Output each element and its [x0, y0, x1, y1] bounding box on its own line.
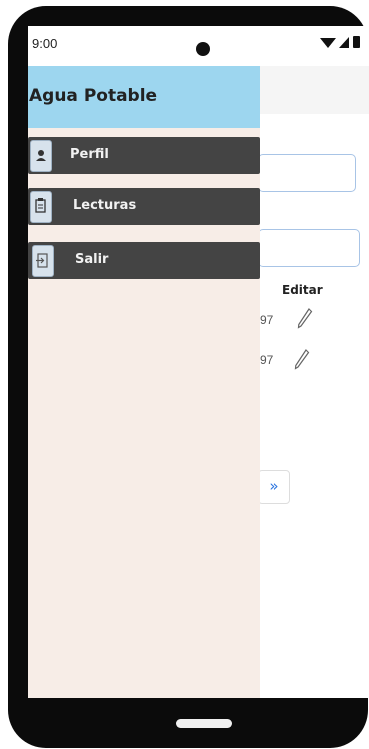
status-bar: 9:00: [28, 26, 369, 66]
menu-item-label: Lecturas: [73, 198, 137, 213]
input-field[interactable]: [258, 229, 360, 267]
battery-icon: [353, 36, 360, 48]
app-bar: [258, 66, 369, 114]
pencil-icon[interactable]: [297, 307, 313, 329]
menu-item-label: Salir: [75, 252, 109, 267]
screen: 9:00 Editar 97 97 » Agua Potable Perfil …: [28, 26, 369, 698]
home-indicator[interactable]: [176, 719, 232, 728]
user-icon: [30, 140, 52, 172]
navigation-drawer: Agua Potable Perfil Lecturas Salir: [28, 66, 260, 698]
menu-item-salir[interactable]: Salir: [28, 242, 260, 279]
drawer-header: Agua Potable: [28, 66, 260, 128]
menu-item-perfil[interactable]: Perfil: [28, 137, 260, 174]
next-page-button[interactable]: »: [258, 470, 290, 504]
clipboard-icon: [30, 191, 52, 223]
drawer-title: Agua Potable: [29, 86, 158, 106]
table-cell: 97: [260, 313, 274, 327]
table-cell: 97: [260, 353, 274, 367]
front-camera: [196, 42, 210, 56]
system-icons: [320, 36, 369, 52]
input-field[interactable]: [258, 154, 356, 192]
wifi-icon: [320, 38, 336, 48]
signal-icon: [339, 37, 349, 48]
menu-item-label: Perfil: [70, 147, 109, 162]
status-time: 9:00: [32, 36, 58, 51]
logout-icon: [32, 245, 54, 277]
menu-item-lecturas[interactable]: Lecturas: [28, 188, 260, 225]
column-header-editar: Editar: [282, 283, 323, 297]
pencil-icon[interactable]: [294, 348, 310, 370]
phone-frame: 9:00 Editar 97 97 » Agua Potable Perfil …: [8, 6, 369, 748]
